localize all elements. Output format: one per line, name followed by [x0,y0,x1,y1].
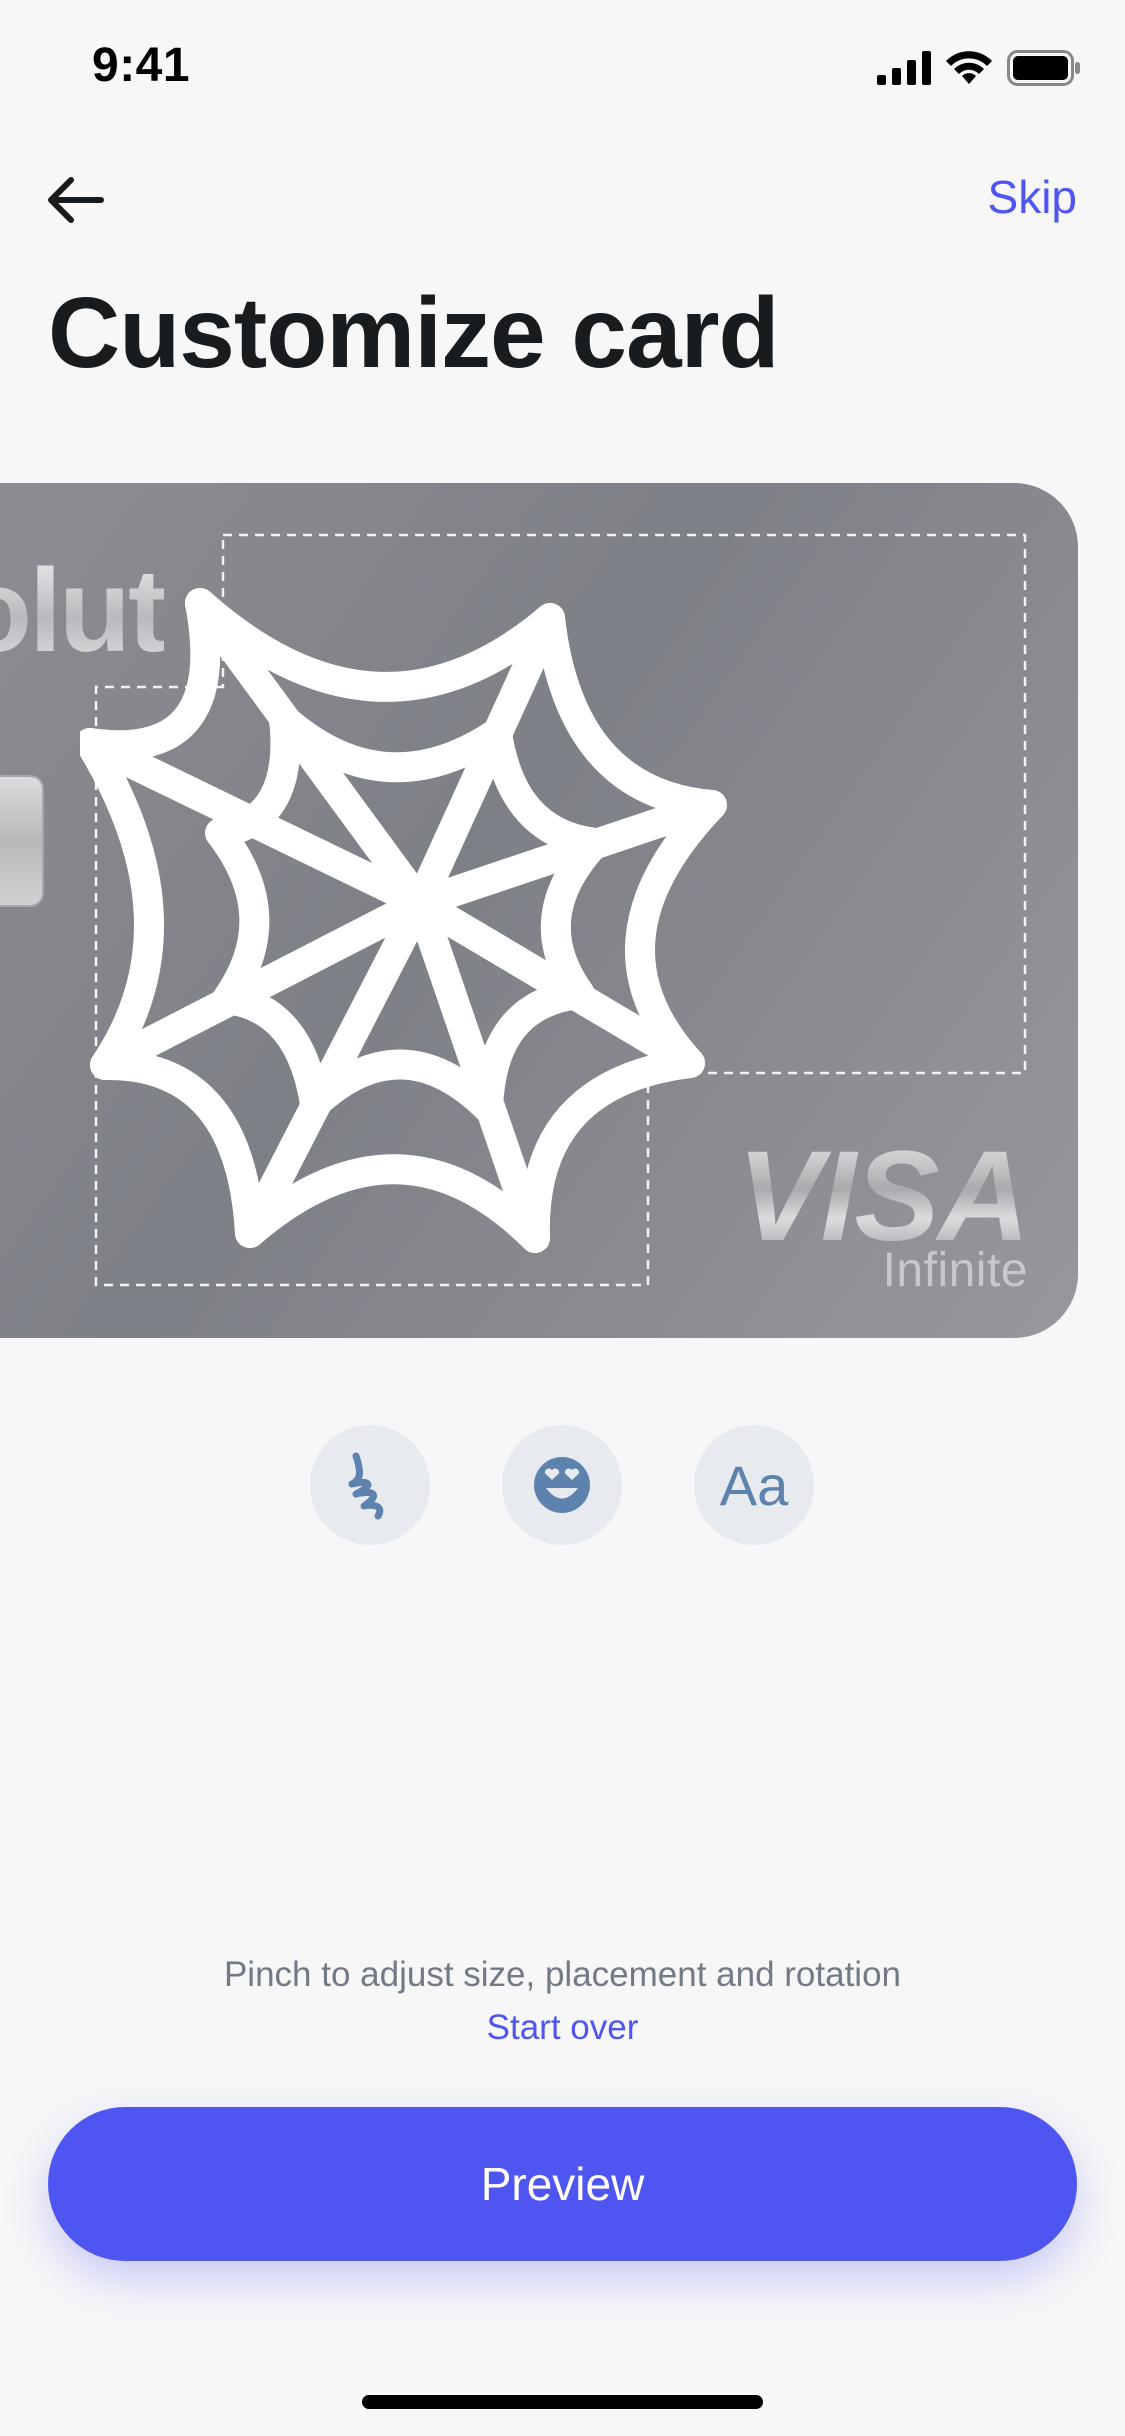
gesture-hint: Pinch to adjust size, placement and rota… [223,1955,902,1994]
customization-toolbar: Aa [0,1425,1125,1545]
page-title: Customize card [48,277,780,389]
battery-icon [1007,50,1080,86]
card-preview: olut VISA Infinite [0,483,1078,1338]
skip-button[interactable]: Skip [988,170,1077,224]
cellular-signal-icon [877,51,931,85]
spider-web-icon[interactable] [80,543,760,1263]
preview-button[interactable]: Preview [48,2107,1077,2261]
card-tier-label: Infinite [882,1244,1028,1297]
wifi-icon [946,51,992,84]
draw-tool-button[interactable] [310,1425,430,1545]
back-button[interactable] [36,160,116,240]
start-over-link[interactable]: Start over [487,2008,639,2047]
arrow-left-icon [48,177,104,223]
text-tool-label: Aa [719,1453,789,1517]
preview-button-label: Preview [480,2158,645,2210]
heart-eyes-emoji-icon [534,1457,590,1513]
doodle-icon [348,1452,384,1520]
status-icons [877,50,1081,86]
card-chip [0,775,44,907]
start-over-row: Start over [0,2008,1125,2048]
status-bar: 9:41 [0,0,1125,140]
home-indicator [362,2395,763,2409]
sticker-tool-button[interactable] [502,1425,622,1545]
status-time: 9:41 [92,39,191,92]
text-tool-button[interactable]: Aa [694,1425,814,1545]
